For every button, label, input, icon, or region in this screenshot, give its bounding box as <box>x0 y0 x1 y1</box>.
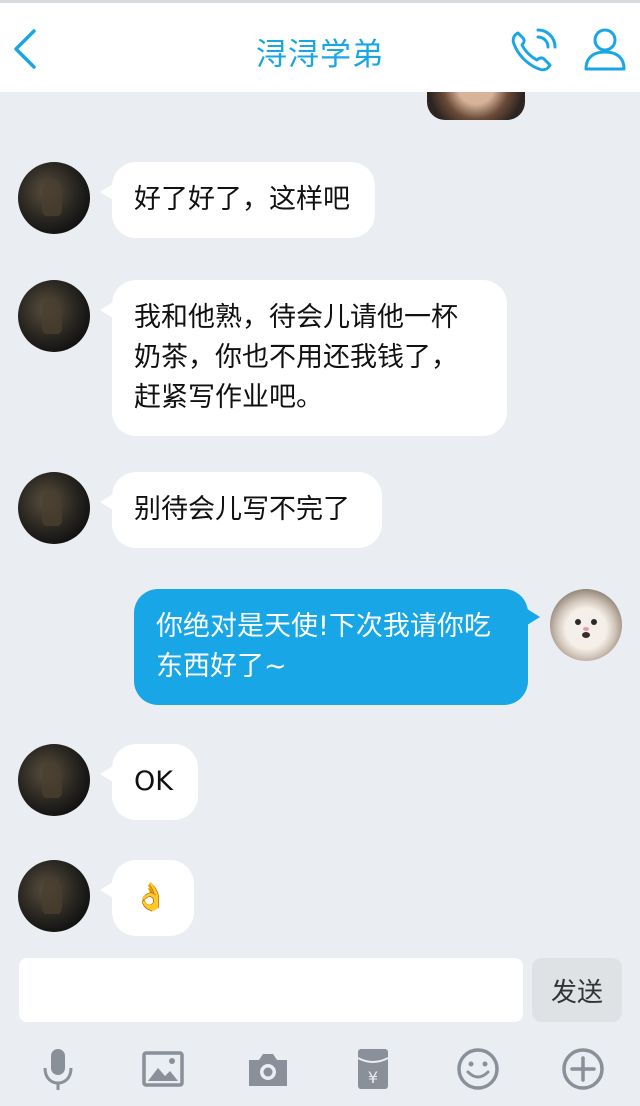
message-text: 我和他熟，待会儿请他一杯 <box>134 302 458 333</box>
image-icon[interactable] <box>140 1046 186 1092</box>
red-packet-icon[interactable]: ¥ <box>350 1046 396 1092</box>
avatar[interactable] <box>18 860 90 932</box>
camera-icon[interactable] <box>245 1046 291 1092</box>
message-text: 你绝对是天使!下次我请你吃 <box>156 611 491 642</box>
emoji-icon[interactable] <box>455 1046 501 1092</box>
message-bubble[interactable]: 别待会儿写不完了 <box>100 472 382 548</box>
message-bubble[interactable]: 👌 <box>100 860 194 936</box>
message-bubble[interactable]: 你绝对是天使!下次我请你吃 东西好了~ <box>134 589 540 705</box>
avatar[interactable] <box>18 162 90 234</box>
message-bubble[interactable]: OK <box>100 744 198 820</box>
input-toolbar: ¥ <box>0 1030 640 1106</box>
plus-icon[interactable] <box>560 1046 606 1092</box>
cat-face-icon <box>575 619 597 638</box>
ok-hand-emoji: 👌 <box>134 882 168 913</box>
avatar[interactable] <box>18 744 90 816</box>
message-text: 好了好了，这样吧 <box>134 184 350 215</box>
composer: 发送 <box>0 950 640 1030</box>
message-bubble[interactable]: 好了好了，这样吧 <box>100 162 375 238</box>
message-text: 东西好了~ <box>156 651 287 682</box>
send-button[interactable]: 发送 <box>532 958 622 1022</box>
message-bubble[interactable]: 我和他熟，待会儿请他一杯 奶茶，你也不用还我钱了， 赶紧写作业吧。 <box>100 280 507 436</box>
avatar[interactable] <box>550 589 622 661</box>
message-text: 奶茶，你也不用还我钱了， <box>134 342 458 373</box>
phone-icon[interactable] <box>508 27 558 73</box>
message-input[interactable] <box>19 958 523 1022</box>
chat-header: 浔浔学弟 <box>0 0 640 92</box>
message-list[interactable]: 好了好了，这样吧 我和他熟，待会儿请他一杯 奶茶，你也不用还我钱了， 赶紧写作业… <box>0 92 640 950</box>
message-text: 赶紧写作业吧。 <box>134 382 323 413</box>
message-text: 别待会儿写不完了 <box>134 494 350 525</box>
microphone-icon[interactable] <box>35 1046 81 1092</box>
avatar[interactable] <box>427 92 525 120</box>
person-icon[interactable] <box>580 25 630 73</box>
message-text: OK <box>134 766 173 797</box>
avatar[interactable] <box>18 472 90 544</box>
svg-text:¥: ¥ <box>368 1068 378 1087</box>
avatar[interactable] <box>18 280 90 352</box>
